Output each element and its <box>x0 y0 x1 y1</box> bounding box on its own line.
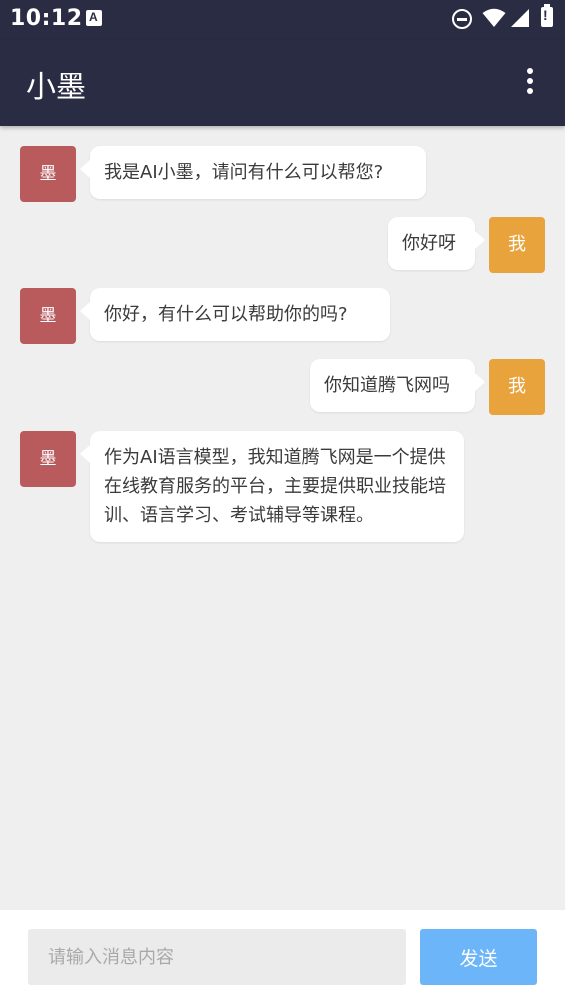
ai-avatar: 墨 <box>20 146 76 202</box>
cellular-signal-icon <box>511 9 529 27</box>
message-bubble: 你好，有什么可以帮助你的吗? <box>80 288 390 341</box>
message-item-user: 我 你好呀 <box>0 217 565 273</box>
message-bubble: 你知道腾飞网吗 <box>310 359 485 412</box>
message-list[interactable]: 墨 我是AI小墨，请问有什么可以帮您? 我 你好呀 墨 你好，有什么可以帮助你的… <box>0 126 565 910</box>
notification-a-icon: A <box>86 10 102 26</box>
message-item-user: 我 你知道腾飞网吗 <box>0 359 565 415</box>
status-time: 10:12 <box>10 6 83 31</box>
ai-avatar: 墨 <box>20 288 76 344</box>
message-bubble: 作为AI语言模型，我知道腾飞网是一个提供在线教育服务的平台，主要提供职业技能培训… <box>80 431 464 542</box>
send-button[interactable]: 发送 <box>420 929 537 985</box>
battery-alert-glyph: ! <box>543 7 548 23</box>
message-item-ai: 墨 作为AI语言模型，我知道腾飞网是一个提供在线教育服务的平台，主要提供职业技能… <box>0 431 565 568</box>
user-avatar: 我 <box>489 359 545 415</box>
ai-avatar: 墨 <box>20 431 76 487</box>
page-title: 小墨 <box>26 70 86 105</box>
message-item-ai: 墨 我是AI小墨，请问有什么可以帮您? <box>0 146 565 202</box>
message-input[interactable] <box>28 929 406 985</box>
message-composer: 发送 <box>0 910 565 1004</box>
user-avatar: 我 <box>489 217 545 273</box>
message-item-ai: 墨 你好，有什么可以帮助你的吗? <box>0 288 565 344</box>
message-bubble: 我是AI小墨，请问有什么可以帮您? <box>80 146 426 199</box>
notification-a-glyph: A <box>89 10 98 24</box>
message-bubble: 你好呀 <box>388 217 485 270</box>
app-bar: 小墨 <box>0 40 565 126</box>
do-not-disturb-icon <box>452 9 472 29</box>
battery-alert-icon: ! <box>541 4 553 27</box>
wifi-icon <box>482 8 506 27</box>
chat-screen: 10:12 A ! 小墨 墨 我是AI小墨，请问有什么可以帮您? 我 你好呀 墨 <box>0 0 565 1004</box>
status-bar: 10:12 A ! <box>0 0 565 40</box>
more-vertical-icon[interactable] <box>518 66 542 96</box>
